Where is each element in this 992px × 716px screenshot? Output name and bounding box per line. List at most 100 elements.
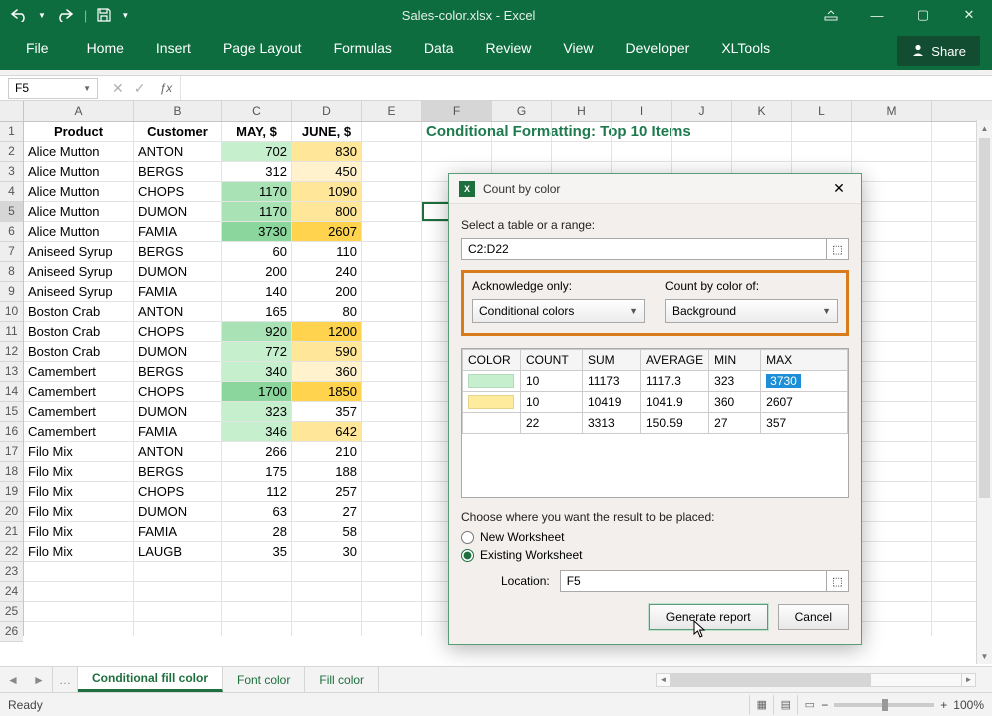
tab-data[interactable]: Data [408,30,470,70]
sheet-overflow-icon[interactable]: … [52,667,78,692]
range-picker-icon[interactable]: ⬚ [827,238,849,260]
column-header[interactable]: E [362,101,422,121]
cell[interactable] [222,582,292,601]
cell[interactable] [362,262,422,281]
tab-formulas[interactable]: Formulas [318,30,408,70]
cell[interactable] [852,182,932,201]
cell[interactable]: DUMON [134,202,222,221]
zoom-out-icon[interactable]: − [821,698,828,712]
cell[interactable] [362,222,422,241]
row-header[interactable]: 22 [0,542,23,562]
cell[interactable]: DUMON [134,402,222,421]
undo-icon[interactable] [10,8,28,22]
minimize-icon[interactable]: — [854,0,900,30]
cell[interactable] [852,222,932,241]
cell[interactable]: Camembert [24,422,134,441]
cell[interactable] [362,242,422,261]
cell[interactable] [852,622,932,636]
cell[interactable] [852,522,932,541]
cell[interactable] [134,602,222,621]
cell[interactable]: JUNE, $ [292,122,362,141]
column-header[interactable]: H [552,101,612,121]
cell[interactable]: Filo Mix [24,442,134,461]
cancel-button[interactable]: Cancel [778,604,849,630]
result-row[interactable]: 223313150.5927357 [463,413,848,434]
cell[interactable] [362,602,422,621]
cell[interactable]: Alice Mutton [24,182,134,201]
save-icon[interactable] [97,8,111,22]
cell[interactable]: 312 [222,162,292,181]
dropdown-icon[interactable]: ▼ [38,11,46,20]
column-header[interactable]: B [134,101,222,121]
row-header[interactable]: 2 [0,142,23,162]
range-input[interactable] [461,238,827,260]
row-header[interactable]: 15 [0,402,23,422]
cell[interactable] [732,122,792,141]
tab-page-layout[interactable]: Page Layout [207,30,318,70]
cell[interactable] [852,162,932,181]
cell[interactable]: 3730 [222,222,292,241]
sheet-tab-font-color[interactable]: Font color [223,667,305,692]
row-header[interactable]: 21 [0,522,23,542]
column-header[interactable]: C [222,101,292,121]
cell[interactable] [362,382,422,401]
cell[interactable]: DUMON [134,262,222,281]
cell[interactable] [222,622,292,636]
cell[interactable] [362,562,422,581]
location-picker-icon[interactable]: ⬚ [827,570,849,592]
cell[interactable]: BERGS [134,242,222,261]
cell[interactable] [852,582,932,601]
cell[interactable] [362,522,422,541]
cell[interactable]: Filo Mix [24,502,134,521]
cell[interactable]: Customer [134,122,222,141]
cell[interactable]: BERGS [134,462,222,481]
cell[interactable]: Aniseed Syrup [24,242,134,261]
cell[interactable] [672,142,732,161]
result-row[interactable]: 10104191041.93602607 [463,392,848,413]
cell[interactable]: Product [24,122,134,141]
cell[interactable] [612,122,672,141]
acknowledge-dropdown[interactable]: Conditional colors ▼ [472,299,645,323]
cell[interactable] [852,462,932,481]
column-header[interactable]: D [292,101,362,121]
cell[interactable]: Alice Mutton [24,202,134,221]
cell[interactable] [222,562,292,581]
cell[interactable]: Filo Mix [24,462,134,481]
cell[interactable] [362,322,422,341]
chevron-down-icon[interactable]: ▼ [83,84,91,93]
row-header[interactable]: 16 [0,422,23,442]
cell[interactable] [362,542,422,561]
cell[interactable] [134,562,222,581]
name-box[interactable]: F5 ▼ [8,78,98,99]
cell[interactable] [362,482,422,501]
column-header[interactable]: I [612,101,672,121]
column-header[interactable]: J [672,101,732,121]
cell[interactable] [362,122,422,141]
dialog-close-icon[interactable]: ✕ [827,180,851,197]
cell[interactable] [362,362,422,381]
scroll-right-icon[interactable]: ► [961,674,975,686]
row-header[interactable]: 10 [0,302,23,322]
cell[interactable]: FAMIA [134,422,222,441]
sheet-tab-fill-color[interactable]: Fill color [305,667,379,692]
cell[interactable]: 346 [222,422,292,441]
cell[interactable]: Conditional Formatting: Top 10 Items [422,122,492,141]
cell[interactable] [24,602,134,621]
cell[interactable]: 200 [292,282,362,301]
scrollbar-thumb[interactable] [979,138,990,498]
radio-existing-worksheet[interactable]: Existing Worksheet [461,548,849,562]
cell[interactable]: 30 [292,542,362,561]
scroll-left-icon[interactable]: ◄ [657,674,671,686]
cell[interactable] [552,142,612,161]
sheet-tab-active[interactable]: Conditional fill color [78,667,223,692]
row-header[interactable]: 12 [0,342,23,362]
horizontal-scrollbar[interactable]: ◄ ► [656,673,976,687]
cell[interactable]: 1850 [292,382,362,401]
cell[interactable]: 80 [292,302,362,321]
cell[interactable]: FAMIA [134,282,222,301]
cell[interactable] [852,322,932,341]
cell[interactable]: 772 [222,342,292,361]
cell[interactable] [362,622,422,636]
cell[interactable] [852,602,932,621]
row-header[interactable]: 5 [0,202,23,222]
